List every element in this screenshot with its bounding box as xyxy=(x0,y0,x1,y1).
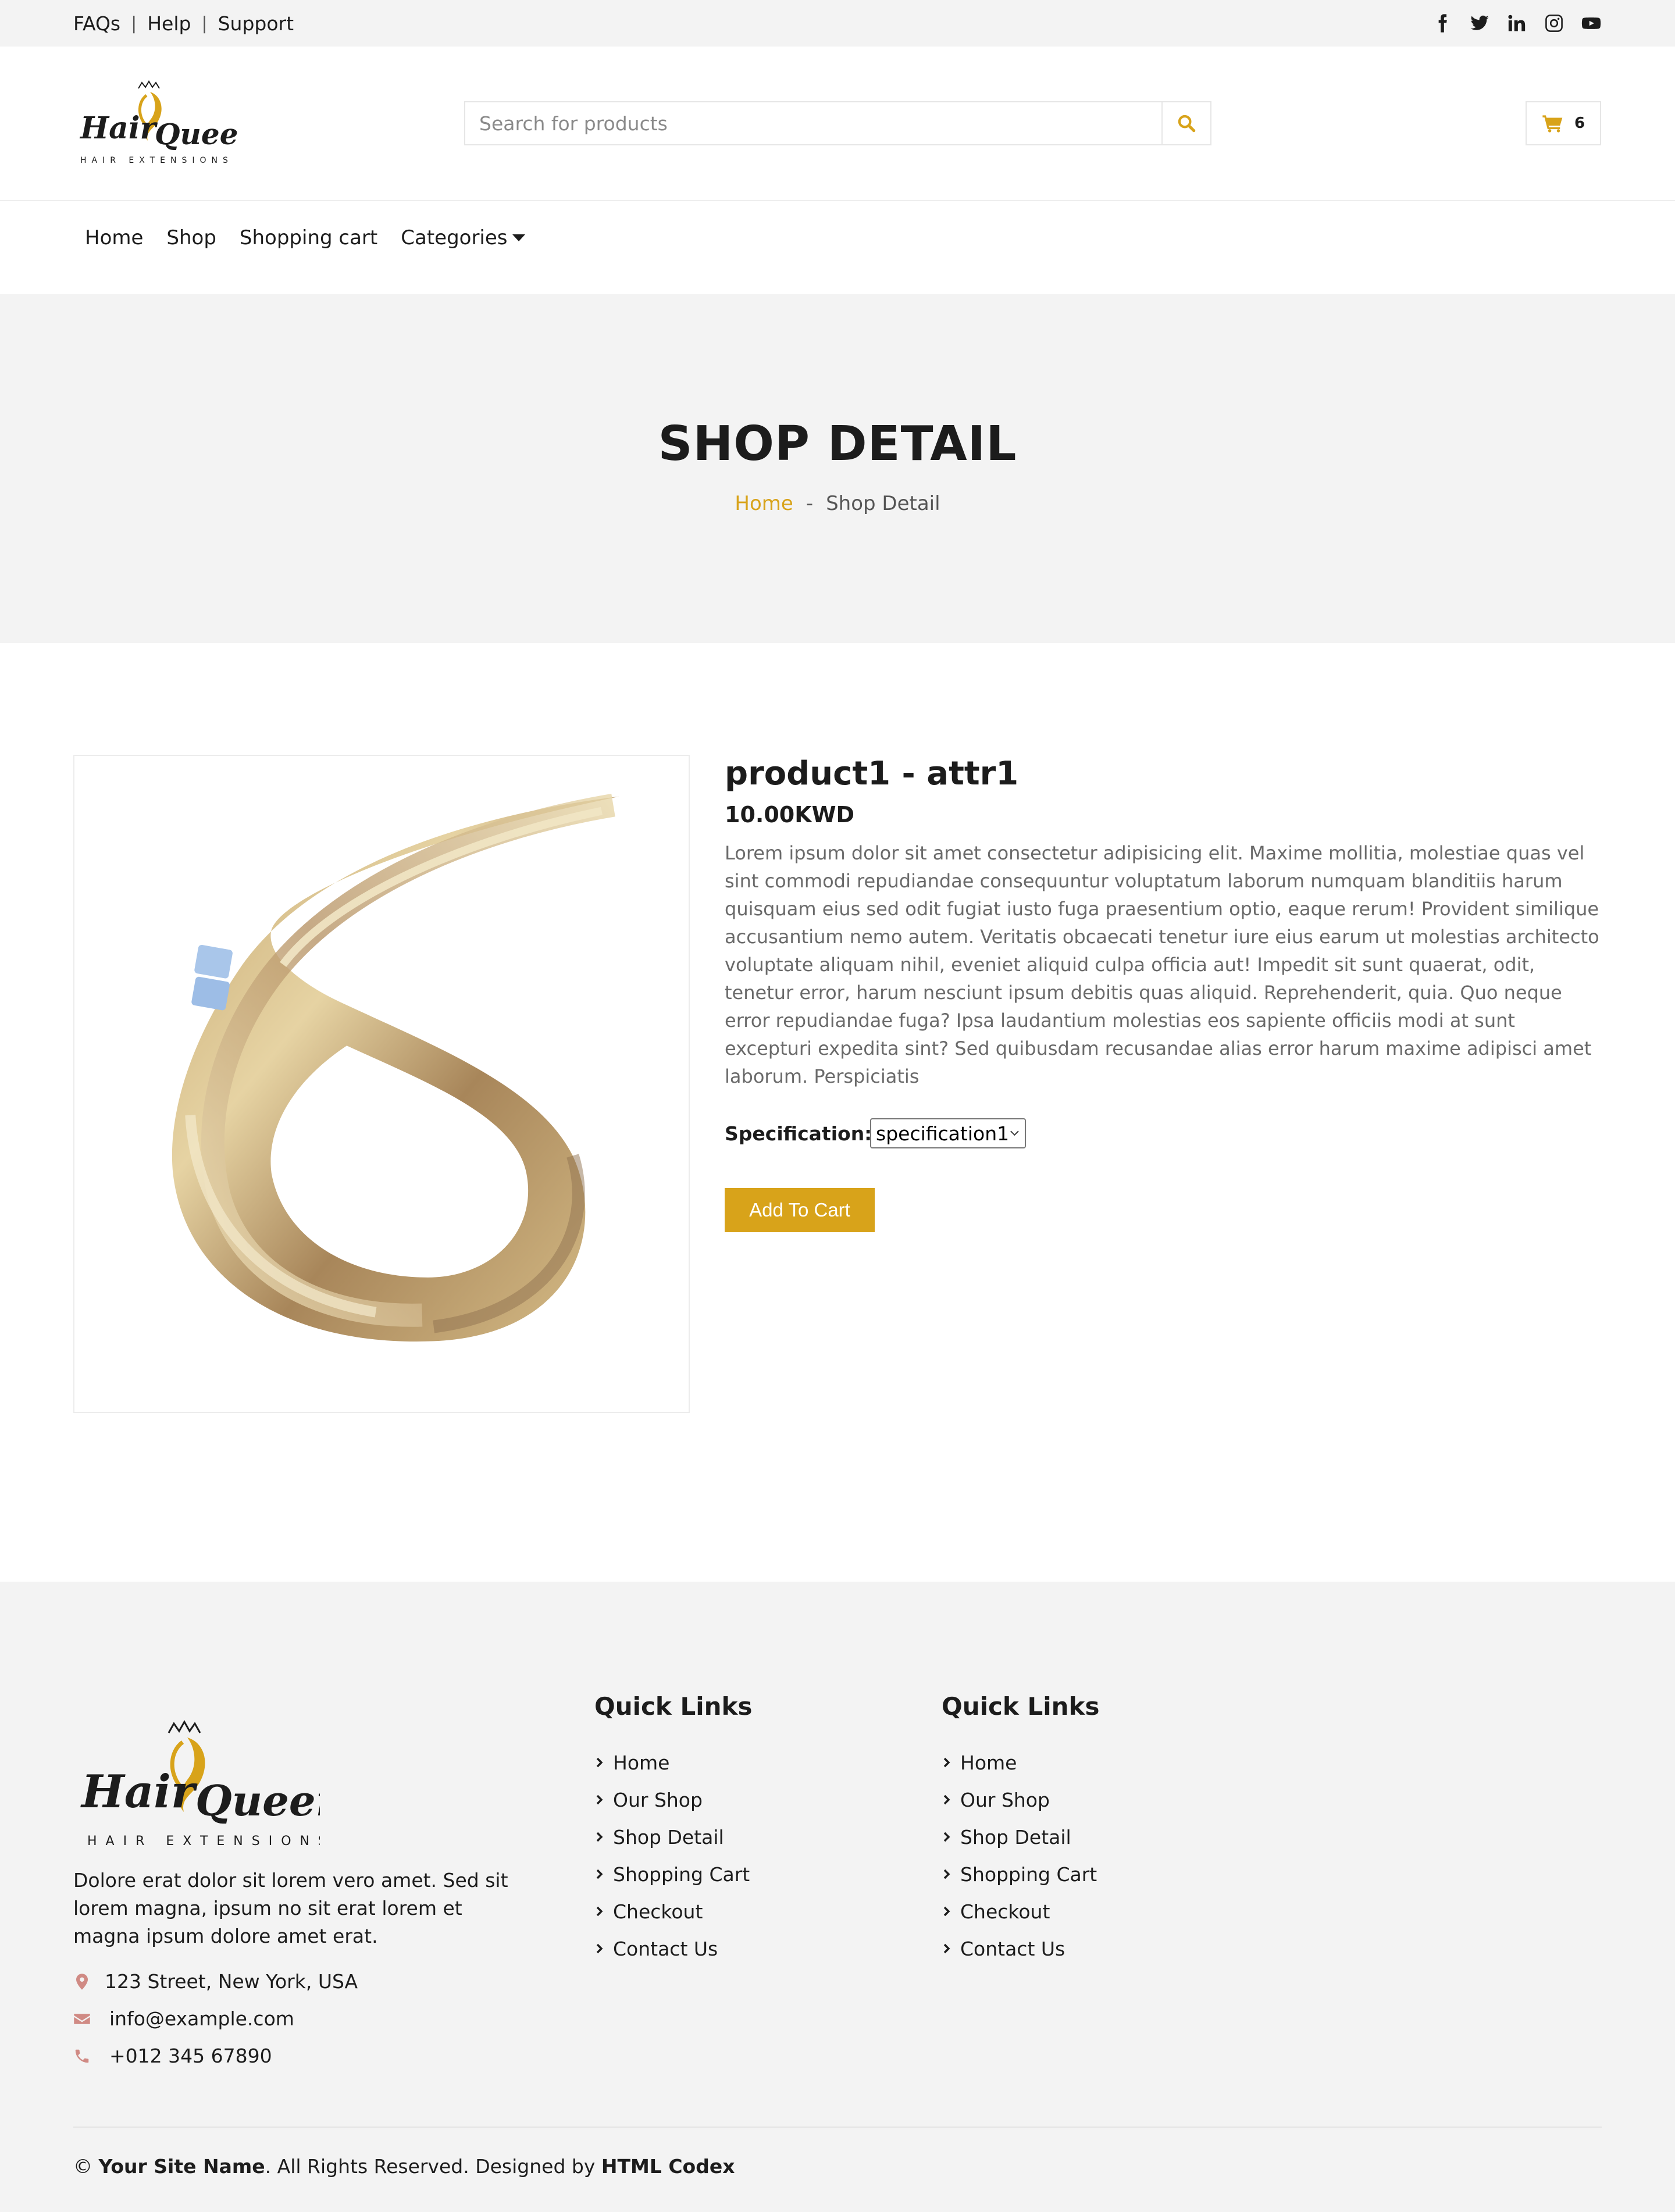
divider: | xyxy=(201,13,208,34)
footer-phone: +012 345 67890 xyxy=(73,2045,480,2067)
quick-links-2: Quick Links Home Our Shop Shop Detail Sh… xyxy=(942,1692,1099,1967)
linkedin-icon[interactable] xyxy=(1506,13,1527,34)
quick-link-contact-us[interactable]: Contact Us xyxy=(942,1930,1099,1967)
designer-link[interactable]: HTML Codex xyxy=(601,2155,735,2178)
search-bar xyxy=(464,101,1211,145)
chevron-right-icon xyxy=(596,1906,603,1917)
copyright-text: . All Rights Reserved. Designed by xyxy=(265,2155,596,2178)
quick-link-shop-detail[interactable]: Shop Detail xyxy=(594,1818,752,1856)
specification-label: Specification: xyxy=(725,1122,872,1145)
quick-link-our-shop[interactable]: Our Shop xyxy=(942,1781,1099,1818)
breadcrumb-current: Shop Detail xyxy=(826,492,940,515)
quick-link-shop-detail[interactable]: Shop Detail xyxy=(942,1818,1099,1856)
caret-down-icon xyxy=(512,234,525,241)
product-price: 10.00KWD xyxy=(725,802,855,827)
copyright-symbol: © xyxy=(73,2155,92,2178)
site-logo[interactable]: Hair Queen HAIR EXTENSIONS xyxy=(76,78,259,171)
chevron-right-icon xyxy=(943,1832,950,1842)
logo-tagline: HAIR EXTENSIONS xyxy=(80,156,233,165)
product-title: product1 - attr1 xyxy=(725,755,1019,793)
specification-value: specification1 xyxy=(876,1122,1010,1145)
footer-logo-word-queen: Queen xyxy=(195,1776,320,1825)
quick-links-title: Quick Links xyxy=(942,1692,1100,1721)
footer-email-text: info@example.com xyxy=(109,2007,294,2030)
twitter-icon[interactable] xyxy=(1469,13,1490,34)
quick-link-home[interactable]: Home xyxy=(942,1744,1099,1781)
chevron-right-icon xyxy=(943,1794,950,1805)
chevron-right-icon xyxy=(596,1794,603,1805)
header: Hair Queen HAIR EXTENSIONS 6 xyxy=(0,47,1675,201)
footer-divider xyxy=(73,2127,1602,2128)
chevron-right-icon xyxy=(943,1869,950,1879)
chevron-right-icon xyxy=(943,1943,950,1954)
chevron-right-icon xyxy=(943,1906,950,1917)
chevron-right-icon xyxy=(596,1869,603,1879)
chevron-right-icon xyxy=(943,1757,950,1768)
logo-word-queen: Queen xyxy=(155,117,238,151)
chevron-down-icon xyxy=(1010,1130,1019,1136)
facebook-icon[interactable] xyxy=(1432,13,1453,34)
top-links: FAQs | Help | Support xyxy=(73,0,294,47)
nav-shopping-cart[interactable]: Shopping cart xyxy=(240,226,377,249)
quick-links-title: Quick Links xyxy=(594,1692,753,1721)
cart-button[interactable]: 6 xyxy=(1526,101,1601,145)
quick-link-home[interactable]: Home xyxy=(594,1744,752,1781)
footer-logo-word-hair: Hair xyxy=(80,1765,198,1818)
breadcrumb-home-link[interactable]: Home xyxy=(735,492,793,515)
support-link[interactable]: Support xyxy=(218,12,294,35)
page-title: SHOP DETAIL xyxy=(658,416,1017,472)
footer-logo-tagline: HAIR EXTENSIONS xyxy=(87,1834,320,1849)
site-name-link[interactable]: Your Site Name xyxy=(99,2155,265,2178)
map-marker-icon xyxy=(73,1973,91,1990)
faqs-link[interactable]: FAQs xyxy=(73,12,120,35)
footer-address-text: 123 Street, New York, USA xyxy=(105,1970,358,1993)
footer-phone-text: +012 345 67890 xyxy=(109,2045,272,2067)
copyright: © Your Site Name. All Rights Reserved. D… xyxy=(73,2155,735,2178)
footer-about-text: Dolore erat dolor sit lorem vero amet. S… xyxy=(73,1869,508,1947)
logo-word-hair: Hair xyxy=(79,110,158,146)
add-to-cart-button[interactable]: Add To Cart xyxy=(725,1188,875,1232)
nav-categories-label: Categories xyxy=(401,226,508,249)
page: FAQs | Help | Support Hair Quee HAIR EXT… xyxy=(0,0,1675,2212)
topbar: FAQs | Help | Support xyxy=(0,0,1675,47)
quick-link-shopping-cart[interactable]: Shopping Cart xyxy=(942,1856,1099,1893)
product-image xyxy=(73,755,690,1413)
footer-address: 123 Street, New York, USA xyxy=(73,1970,480,1993)
main-nav: Home Shop Shopping cart Categories xyxy=(0,201,1675,294)
quick-link-shopping-cart[interactable]: Shopping Cart xyxy=(594,1856,752,1893)
breadcrumb-separator: - xyxy=(806,492,814,515)
divider: | xyxy=(131,13,137,34)
quick-link-checkout[interactable]: Checkout xyxy=(942,1893,1099,1930)
breadcrumb: Home - Shop Detail xyxy=(0,492,1675,515)
instagram-icon[interactable] xyxy=(1544,13,1564,34)
quick-link-checkout[interactable]: Checkout xyxy=(594,1893,752,1930)
quick-links-1: Quick Links Home Our Shop Shop Detail Sh… xyxy=(594,1692,752,1967)
social-links xyxy=(1432,0,1602,47)
page-header: SHOP DETAIL Home - Shop Detail xyxy=(0,294,1675,643)
footer-logo[interactable]: Hair Queen HAIR EXTENSIONS xyxy=(76,1710,346,1861)
phone-icon xyxy=(73,2047,91,2065)
quick-link-contact-us[interactable]: Contact Us xyxy=(594,1930,752,1967)
cart-count: 6 xyxy=(1574,115,1585,132)
chevron-right-icon xyxy=(596,1943,603,1954)
product-description: Lorem ipsum dolor sit amet consectetur a… xyxy=(725,842,1599,1087)
search-button[interactable] xyxy=(1161,102,1210,144)
specification-row: Specification: specification1 xyxy=(725,1118,1603,1148)
nav-categories-dropdown[interactable]: Categories xyxy=(401,226,525,249)
search-input[interactable] xyxy=(465,102,1161,144)
envelope-icon xyxy=(73,2010,91,2028)
nav-shop[interactable]: Shop xyxy=(166,226,216,249)
nav-home[interactable]: Home xyxy=(85,226,143,249)
quick-link-our-shop[interactable]: Our Shop xyxy=(594,1781,752,1818)
footer: Hair Queen HAIR EXTENSIONS Dolore erat d… xyxy=(0,1582,1675,2212)
cart-icon xyxy=(1542,115,1563,133)
chevron-right-icon xyxy=(596,1832,603,1842)
search-icon xyxy=(1178,115,1196,133)
specification-select[interactable]: specification1 xyxy=(870,1118,1026,1148)
youtube-icon[interactable] xyxy=(1581,13,1602,34)
product-info: product1 - attr1 10.00KWD Lorem ipsum do… xyxy=(725,750,1603,1232)
help-link[interactable]: Help xyxy=(147,12,191,35)
chevron-right-icon xyxy=(596,1757,603,1768)
footer-email: info@example.com xyxy=(73,2007,480,2030)
